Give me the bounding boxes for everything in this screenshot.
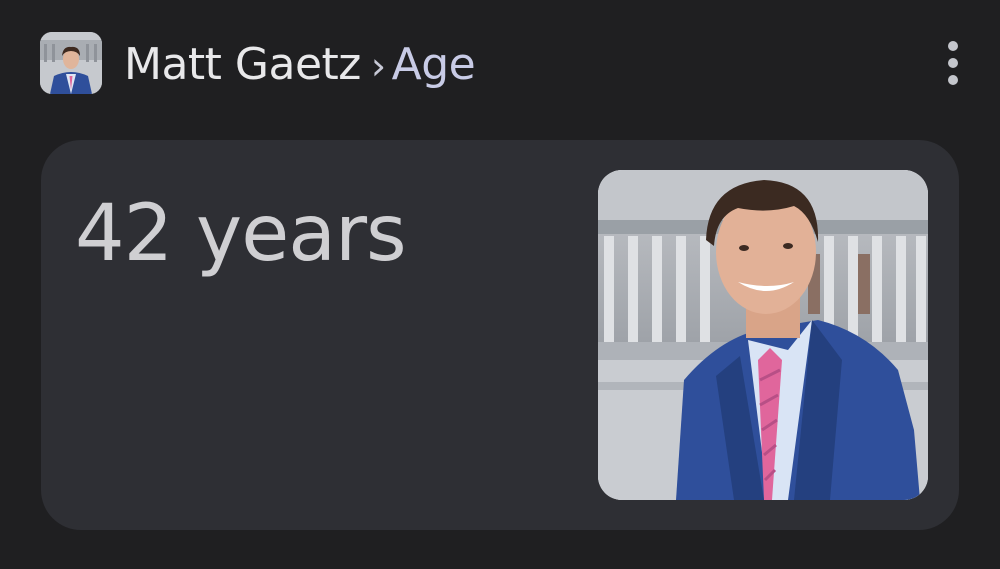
knowledge-header: Matt Gaetz › Age (40, 30, 980, 94)
breadcrumb-entity[interactable]: Matt Gaetz (124, 39, 361, 90)
more-vert-icon-dot (948, 75, 958, 85)
breadcrumb: Matt Gaetz › Age (124, 38, 476, 93)
more-vert-icon (948, 41, 958, 51)
answer-value: 42 years (75, 189, 407, 279)
portrait-photo-image (598, 170, 928, 500)
breadcrumb-attribute: Age (391, 39, 476, 90)
avatar-image (40, 32, 102, 94)
answer-card: 42 years (41, 140, 959, 530)
more-options-button[interactable] (940, 36, 968, 90)
entity-photo[interactable] (598, 170, 928, 500)
breadcrumb-separator: › (370, 44, 386, 88)
entity-avatar[interactable] (40, 32, 102, 94)
more-vert-icon-dot (948, 58, 958, 68)
